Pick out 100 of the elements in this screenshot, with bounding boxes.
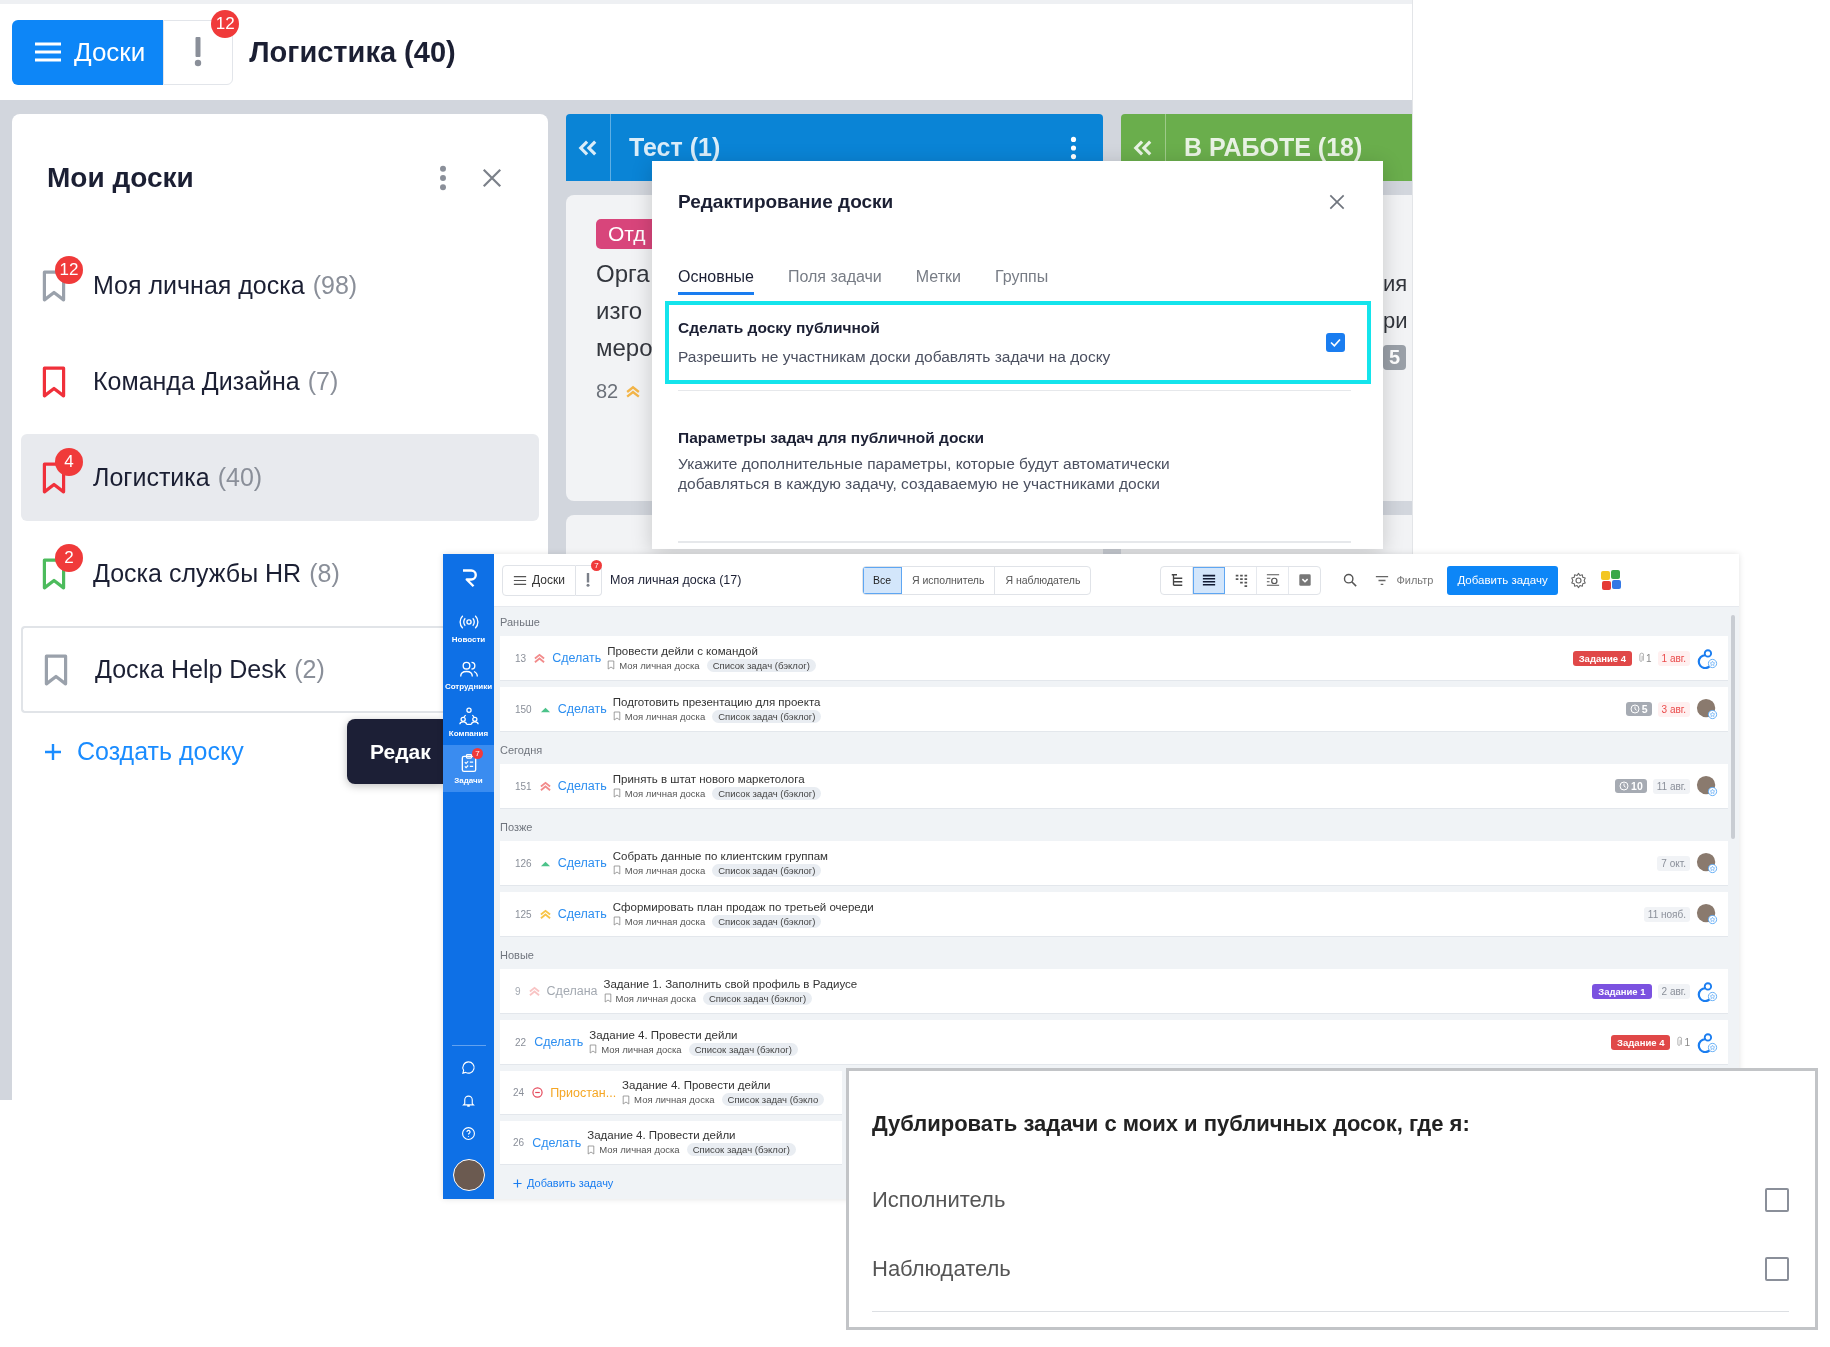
chat-icon[interactable] xyxy=(461,1060,476,1075)
add-task-button[interactable]: Добавить задачу xyxy=(1447,565,1558,595)
board-item[interactable]: 12 Моя личная доска (98) xyxy=(21,242,539,329)
status-link[interactable]: Сделать xyxy=(557,779,607,793)
add-task-link[interactable]: Добавить задачу xyxy=(513,1177,614,1189)
task-row[interactable]: 126 Сделать Собрать данные по клиентским группам Моя личная доска Список задач (бэклог) 7 окт. xyxy=(500,841,1728,886)
task-title: Сформировать план продаж по третьей очереди xyxy=(612,900,874,913)
status-link[interactable]: Сделана xyxy=(546,984,598,998)
checkbox[interactable] xyxy=(1765,1187,1789,1212)
timer-count: 5 xyxy=(1383,345,1407,370)
status-link[interactable]: Сделать xyxy=(557,856,607,870)
due-date: 3 авг. xyxy=(1657,701,1690,717)
board-name: Моя личная доска xyxy=(93,271,305,300)
nav-label: Задачи xyxy=(454,775,483,785)
task-number: 24 xyxy=(513,1087,525,1098)
card-text: меро xyxy=(596,333,653,363)
group-icon[interactable] xyxy=(1696,980,1718,1002)
section-label: Сегодня xyxy=(500,743,543,758)
task-row[interactable]: 125 Сделать Сформировать план продаж по третьей очереди Моя личная доска Список задач (бэклог) 11 нояб. xyxy=(500,892,1728,937)
task-row[interactable]: 13 Сделать Провести дейли с командой Моя личная доска Список задач (бэклог) Задание 4 1 1 авг. xyxy=(500,636,1728,681)
notification-badge: 12 xyxy=(55,255,83,284)
attachment-count: 1 xyxy=(1684,1036,1690,1048)
group-icon[interactable] xyxy=(1696,647,1718,669)
checkbox[interactable] xyxy=(1326,333,1345,352)
scrollbar[interactable] xyxy=(1731,615,1735,839)
due-date: 2 авг. xyxy=(1657,983,1690,999)
avatar[interactable] xyxy=(1696,775,1718,797)
tooltip: Редак xyxy=(347,719,443,784)
avatar[interactable] xyxy=(452,1159,485,1191)
status-link[interactable]: Сделать xyxy=(552,651,602,665)
close-icon[interactable] xyxy=(481,167,503,189)
search-icon[interactable] xyxy=(1343,573,1358,587)
filter-button[interactable]: Фильтр xyxy=(1375,574,1434,586)
section-label: Раньше xyxy=(500,615,540,630)
task-number: 22 xyxy=(515,1036,527,1048)
status-link[interactable]: Сделать xyxy=(557,702,607,716)
notification-badge: 4 xyxy=(55,447,83,476)
board-name: Команда Дизайна xyxy=(93,367,300,396)
group-icon[interactable] xyxy=(1696,1031,1718,1053)
status-link[interactable]: Сделать xyxy=(532,1135,582,1150)
board-name: Логистика xyxy=(93,463,210,492)
avatar[interactable] xyxy=(1696,852,1718,874)
dialog-tab[interactable]: Метки xyxy=(915,259,961,295)
board-name: Моя личная доска xyxy=(634,1094,715,1105)
double-chevron-up-icon xyxy=(534,652,546,664)
bookmark-icon xyxy=(603,993,612,1003)
paperclip-icon xyxy=(1638,652,1644,664)
bookmark-icon xyxy=(43,653,69,686)
more-icon[interactable] xyxy=(1070,135,1077,160)
board-item[interactable]: 4 Логистика (40) xyxy=(21,434,539,521)
close-icon[interactable] xyxy=(1327,192,1347,212)
notification-badge: 2 xyxy=(55,543,83,572)
nav-item[interactable]: Сотрудники xyxy=(443,651,494,698)
puzzle-logo-icon[interactable] xyxy=(1598,568,1623,592)
task-title: Провести дейли с командой xyxy=(607,644,759,657)
boards-menu-button[interactable]: Доски xyxy=(12,19,164,85)
list-tag: Список задач (бэклог) xyxy=(688,1042,798,1056)
status-link[interactable]: Сделать xyxy=(557,907,607,921)
boards-menu-button[interactable]: Доски xyxy=(502,564,576,596)
bookmark-icon xyxy=(587,1144,596,1155)
nav-item[interactable]: Новости xyxy=(443,604,494,651)
status-link[interactable]: Сделать xyxy=(534,1035,584,1049)
task-row[interactable]: 151 Сделать Принять в штат нового маркетолога Моя личная доска Список задач (бэклог) 10 11 авг. xyxy=(500,764,1728,809)
settings-icon[interactable] xyxy=(1569,571,1587,589)
help-icon[interactable] xyxy=(461,1126,476,1141)
filter-tab[interactable]: Все xyxy=(862,566,902,594)
board-item[interactable]: Команда Дизайна (7) xyxy=(21,338,539,425)
clock-icon xyxy=(1619,781,1630,791)
task-row[interactable]: 22 Сделать Задание 4. Провести дейли Моя личная доска Список задач (бэклог) Задание 4 1 xyxy=(500,1020,1728,1065)
dialog-tab[interactable]: Основные xyxy=(678,259,754,295)
avatar[interactable] xyxy=(1696,698,1718,720)
dialog-tab[interactable]: Поля задачи xyxy=(787,259,882,295)
nav-label: Компания xyxy=(448,728,489,738)
avatar[interactable] xyxy=(1696,903,1718,925)
board-item[interactable]: 2 Доска службы HR (8) xyxy=(21,530,444,617)
notification-badge: 12 xyxy=(211,9,240,38)
bell-icon[interactable] xyxy=(461,1093,476,1108)
nav-item[interactable]: Компания xyxy=(443,698,494,745)
bookmark-icon xyxy=(589,1044,598,1054)
filter-tab[interactable]: Я исполнитель xyxy=(902,566,996,594)
board-item[interactable]: Доска Help Desk (2) xyxy=(21,626,444,713)
section-description: Укажите дополнительные параметры, которые будут автоматически добавляться в каждую задачу, создаваемую не участниками доски xyxy=(678,454,1171,494)
create-board-link[interactable]: Создать доску xyxy=(21,737,244,766)
double-chevron-left-icon[interactable] xyxy=(1133,138,1153,157)
bookmark-icon xyxy=(622,1094,631,1105)
task-title: Задание 4. Провести дейли xyxy=(589,1028,739,1041)
task-count: (8) xyxy=(309,559,340,588)
task-row[interactable]: 150 Сделать Подготовить презентацию для проекта Моя личная доска Список задач (бэклог) 5 3 авг. xyxy=(500,687,1728,732)
task-row[interactable]: 9 Сделана Задание 1. Заполнить свой профиль в Радиусе Моя личная доска Список задач (бэклог) Задание 1 2 авг. xyxy=(500,969,1728,1014)
filter-tab[interactable]: Я наблюдатель xyxy=(995,566,1091,594)
menu-icon xyxy=(513,574,527,586)
dialog-tab[interactable]: Группы xyxy=(994,259,1049,295)
double-chevron-left-icon[interactable] xyxy=(578,138,598,157)
view-toggle[interactable] xyxy=(1193,566,1226,594)
checkbox[interactable] xyxy=(1765,1256,1789,1281)
nav-item[interactable]: 7 Задачи xyxy=(443,745,494,792)
task-row[interactable]: 24 Приостан... Задание 4. Провести дейли Моя личная доска Список задач (бэкло xyxy=(500,1071,842,1115)
task-row[interactable]: 26 Сделать Задание 4. Провести дейли Моя личная доска Список задач (бэклог) xyxy=(500,1121,842,1165)
more-icon[interactable] xyxy=(439,165,447,191)
plus-icon xyxy=(43,741,63,762)
